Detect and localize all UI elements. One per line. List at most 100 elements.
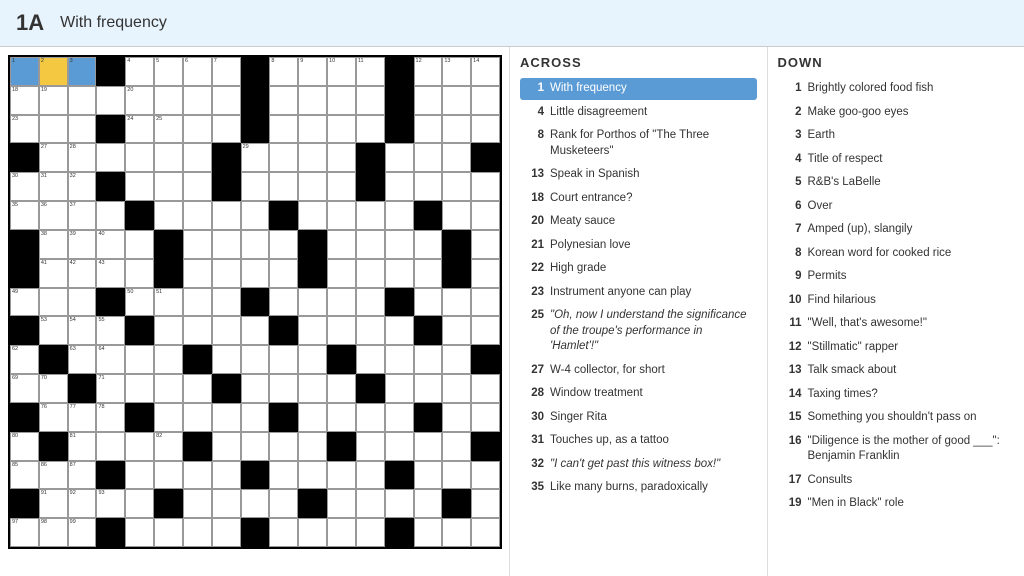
grid-cell[interactable] xyxy=(183,259,212,288)
grid-cell[interactable] xyxy=(414,489,443,518)
grid-cell[interactable] xyxy=(241,172,270,201)
grid-cell[interactable] xyxy=(212,432,241,461)
down-clue-item[interactable]: 3Earth xyxy=(778,125,1015,147)
grid-cell[interactable]: 51 xyxy=(154,288,183,317)
grid-cell[interactable]: 19 xyxy=(39,86,68,115)
grid-cell[interactable] xyxy=(212,143,241,172)
grid-cell[interactable] xyxy=(269,345,298,374)
grid-cell[interactable]: 92 xyxy=(68,489,97,518)
grid-cell[interactable] xyxy=(356,403,385,432)
across-clue-item[interactable]: 28Window treatment xyxy=(520,383,757,405)
grid-cell[interactable] xyxy=(39,115,68,144)
grid-cell[interactable] xyxy=(183,374,212,403)
grid-cell[interactable] xyxy=(154,201,183,230)
grid-cell[interactable] xyxy=(327,374,356,403)
grid-cell[interactable] xyxy=(125,201,154,230)
grid-cell[interactable] xyxy=(327,461,356,490)
across-clue-item[interactable]: 4Little disagreement xyxy=(520,102,757,124)
down-clue-item[interactable]: 9Permits xyxy=(778,266,1015,288)
grid-cell[interactable] xyxy=(241,115,270,144)
grid-cell[interactable] xyxy=(356,172,385,201)
down-clue-item[interactable]: 5R&B's LaBelle xyxy=(778,172,1015,194)
grid-cell[interactable]: 11 xyxy=(356,57,385,86)
grid-cell[interactable] xyxy=(183,288,212,317)
grid-cell[interactable]: 69 xyxy=(10,374,39,403)
grid-cell[interactable]: 81 xyxy=(68,432,97,461)
grid-cell[interactable] xyxy=(154,518,183,547)
grid-cell[interactable] xyxy=(356,288,385,317)
down-clue-item[interactable]: 13Talk smack about xyxy=(778,360,1015,382)
grid-cell[interactable] xyxy=(10,259,39,288)
grid-cell[interactable] xyxy=(241,288,270,317)
across-clue-item[interactable]: 8Rank for Porthos of "The Three Musketee… xyxy=(520,125,757,162)
grid-cell[interactable] xyxy=(212,115,241,144)
grid-cell[interactable] xyxy=(154,316,183,345)
grid-cell[interactable]: 27 xyxy=(39,143,68,172)
across-clue-item[interactable]: 21Polynesian love xyxy=(520,235,757,257)
grid-cell[interactable]: 42 xyxy=(68,259,97,288)
grid-cell[interactable] xyxy=(442,489,471,518)
down-clue-item[interactable]: 6Over xyxy=(778,196,1015,218)
grid-cell[interactable] xyxy=(471,345,500,374)
grid-cell[interactable] xyxy=(327,288,356,317)
grid-cell[interactable] xyxy=(385,201,414,230)
grid-cell[interactable] xyxy=(125,461,154,490)
grid-cell[interactable] xyxy=(414,115,443,144)
grid-cell[interactable] xyxy=(327,86,356,115)
grid-cell[interactable] xyxy=(154,374,183,403)
grid-cell[interactable] xyxy=(414,143,443,172)
grid-cell[interactable]: 6 xyxy=(183,57,212,86)
grid-cell[interactable] xyxy=(414,230,443,259)
grid-cell[interactable] xyxy=(39,432,68,461)
grid-cell[interactable] xyxy=(442,345,471,374)
grid-cell[interactable] xyxy=(241,374,270,403)
grid-cell[interactable] xyxy=(241,57,270,86)
grid-cell[interactable] xyxy=(327,518,356,547)
grid-cell[interactable] xyxy=(356,115,385,144)
grid-cell[interactable]: 5 xyxy=(154,57,183,86)
grid-cell[interactable] xyxy=(356,201,385,230)
grid-cell[interactable] xyxy=(183,518,212,547)
grid-cell[interactable]: 64 xyxy=(96,345,125,374)
grid-cell[interactable] xyxy=(414,316,443,345)
grid-cell[interactable]: 38 xyxy=(39,230,68,259)
down-clue-item[interactable]: 11"Well, that's awesome!" xyxy=(778,313,1015,335)
grid-cell[interactable] xyxy=(471,374,500,403)
grid-cell[interactable] xyxy=(327,172,356,201)
grid-cell[interactable]: 3 xyxy=(68,57,97,86)
grid-cell[interactable] xyxy=(414,172,443,201)
grid-cell[interactable] xyxy=(241,230,270,259)
grid-cell[interactable]: 76 xyxy=(39,403,68,432)
across-clue-item[interactable]: 30Singer Rita xyxy=(520,407,757,429)
grid-cell[interactable] xyxy=(96,288,125,317)
down-clue-item[interactable]: 2Make goo-goo eyes xyxy=(778,102,1015,124)
grid-cell[interactable] xyxy=(269,288,298,317)
grid-cell[interactable] xyxy=(385,57,414,86)
grid-cell[interactable] xyxy=(183,316,212,345)
grid-cell[interactable] xyxy=(298,230,327,259)
grid-cell[interactable] xyxy=(125,259,154,288)
grid-cell[interactable] xyxy=(212,172,241,201)
grid-cell[interactable] xyxy=(241,461,270,490)
grid-cell[interactable] xyxy=(154,403,183,432)
grid-cell[interactable] xyxy=(471,316,500,345)
grid-cell[interactable] xyxy=(442,230,471,259)
grid-cell[interactable] xyxy=(39,288,68,317)
grid-cell[interactable]: 4 xyxy=(125,57,154,86)
grid-cell[interactable]: 14 xyxy=(471,57,500,86)
grid-cell[interactable] xyxy=(356,518,385,547)
grid-cell[interactable] xyxy=(96,115,125,144)
grid-cell[interactable] xyxy=(269,201,298,230)
grid-cell[interactable] xyxy=(442,259,471,288)
grid-cell[interactable] xyxy=(183,143,212,172)
grid-cell[interactable] xyxy=(183,201,212,230)
grid-cell[interactable] xyxy=(385,432,414,461)
crossword-grid[interactable]: 1234567891011121314181920232425272829303… xyxy=(8,55,502,549)
grid-cell[interactable]: 86 xyxy=(39,461,68,490)
grid-cell[interactable] xyxy=(471,143,500,172)
grid-cell[interactable] xyxy=(442,403,471,432)
grid-cell[interactable] xyxy=(442,316,471,345)
across-clue-item[interactable]: 27W-4 collector, for short xyxy=(520,360,757,382)
grid-cell[interactable] xyxy=(154,143,183,172)
grid-cell[interactable] xyxy=(442,432,471,461)
